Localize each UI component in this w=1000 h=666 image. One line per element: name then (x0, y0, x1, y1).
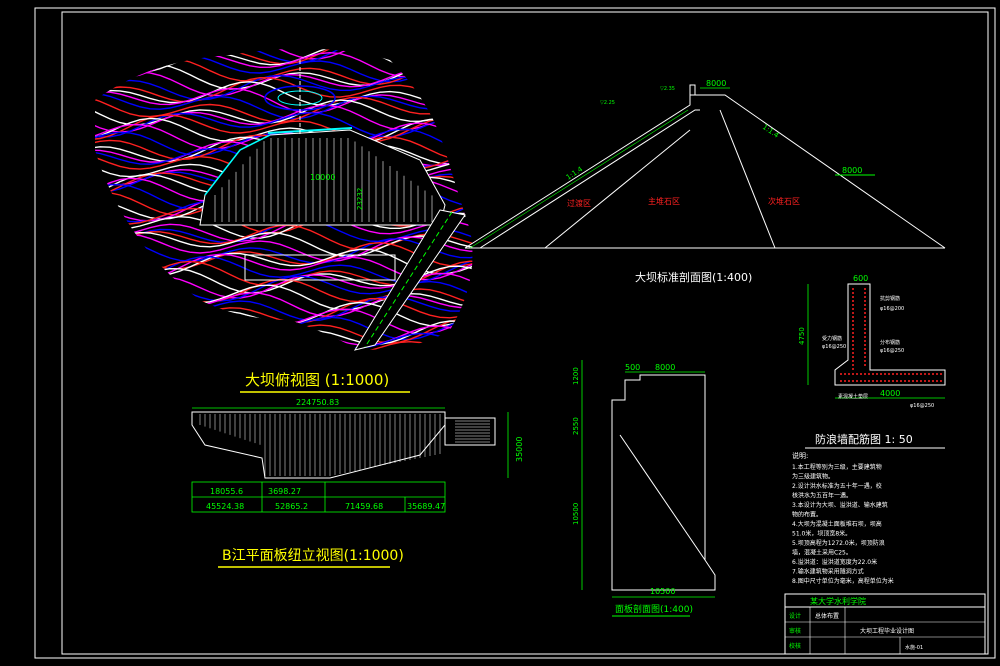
contour-line (95, 48, 473, 64)
title-block: 某大学水利学院 设计 审核 校核 总体布置 大坝工程毕业设计图 水施-01 (784, 593, 986, 655)
tb-label-review: 审核 (789, 627, 801, 635)
dim-r2-c2: 52865.2 (275, 502, 308, 511)
contour-line (95, 54, 473, 83)
plan-side-dim: 23232 (356, 188, 364, 210)
section-outline (464, 94, 946, 249)
contour-line (95, 48, 473, 60)
gravity-outline (611, 374, 716, 591)
gravity-left-3: 10500 (572, 503, 580, 525)
rebar-note-1: 抗剪钢筋 (880, 295, 900, 302)
dim-r1-c2: 3698.27 (268, 487, 301, 496)
inner-frame (61, 11, 989, 655)
gravity-top-left: 500 (625, 363, 640, 372)
cad-drawing-sheet: 10000 23232 大坝俯视图 (1:1000) 8000 8000 ▽2.… (0, 0, 1000, 666)
note-line: 3.本设计为大坝、溢洪道、输水建筑 (792, 501, 888, 509)
tb-sheet-no: 水施-01 (905, 644, 923, 651)
tb-project: 大坝工程毕业设计图 (860, 627, 914, 635)
section-berm-dim: 8000 (842, 166, 862, 175)
elev-top-label: ▽2.35 (660, 86, 675, 92)
upstream-slope-line (469, 109, 689, 249)
gravity-left-1: 1200 (572, 367, 580, 385)
tb-school: 某大学水利学院 (810, 596, 866, 606)
height-dim: 35000 (515, 437, 524, 462)
slope-down-label: 1:1.4 (761, 123, 781, 140)
dim-r1-c1: 18055.6 (210, 487, 243, 496)
rebar-note-5: 分布钢筋 (880, 339, 900, 346)
plan-crest-dim: 10000 (310, 173, 335, 182)
gravity-bottom: 10500 (650, 587, 675, 596)
rebar-note-2: φ16@200 (880, 306, 904, 312)
rebar-vertical (852, 288, 866, 372)
section-title: 大坝标准剖面图(1:400) (635, 270, 752, 284)
face-slab-elevation: 224750.83 35000 18055.6 3698.27 45524.38… (191, 398, 524, 513)
rebar-note-8: φ16@250 (910, 403, 934, 409)
tb-label-design: 设计 (789, 612, 801, 620)
contour-line (95, 51, 473, 78)
elev-crest-label: ▽2.25 (600, 100, 615, 106)
total-length-dim: 224750.83 (296, 398, 339, 407)
contour-line (95, 344, 473, 351)
contour-line (95, 68, 473, 97)
zone-divider-1 (544, 129, 691, 249)
spillway-steps (455, 420, 490, 443)
slope-up-label: 1:1.4 (565, 165, 585, 182)
dim-r2-c3: 71459.68 (345, 502, 383, 511)
note-line: 1.本工程等别为三级，主要建筑物 (792, 463, 882, 471)
notes-header: 说明: (792, 451, 808, 460)
elevation-title: B江平面板纽立视图(1:1000) (222, 548, 404, 564)
note-line: 核洪水为五百年一遇。 (792, 492, 852, 500)
note-line: 2.设计洪水标准为五十年一遇，校 (792, 482, 882, 490)
rebar-note-6: φ16@250 (880, 348, 904, 354)
drawing-canvas: 10000 23232 大坝俯视图 (1:1000) 8000 8000 ▽2.… (34, 7, 996, 659)
rebar-note-7: 素混凝土垫层 (838, 393, 868, 400)
plan-view-title: 大坝俯视图 (1:1000) (245, 371, 389, 389)
note-line: 5.坝顶高程为1272.0米，坝顶防浪 (792, 539, 885, 547)
contour-line (95, 325, 473, 351)
note-line: 7.输水建筑物采用隧洞方式 (792, 568, 864, 576)
section-crest-dim: 8000 (706, 79, 726, 88)
parapet-height-dim: 4750 (798, 327, 806, 345)
rebar-note-4: φ16@250 (822, 344, 846, 350)
zone-secondary-label: 次堆石区 (768, 196, 800, 206)
contour-line (95, 293, 473, 322)
parapet-base-label: 4000 (880, 389, 900, 398)
contour-line (95, 338, 473, 351)
zone-main-label: 主堆石区 (648, 196, 680, 206)
gravity-left-2: 2550 (572, 417, 580, 435)
tb-drawing-name: 总体布置 (815, 612, 839, 620)
note-line: 为三级建筑物。 (792, 473, 834, 481)
rebar-note-3: 受力钢筋 (822, 335, 842, 342)
parapet-detail: 600 4750 4000 抗剪钢筋 φ16@200 受力钢筋 φ16@250 … (798, 274, 946, 409)
dim-r2-c1: 45524.38 (206, 502, 244, 511)
note-line: 51.0米，坝顶宽8米。 (792, 530, 851, 538)
gravity-diagonal (619, 434, 706, 561)
face-slab (479, 109, 700, 249)
note-line: 物的布置。 (792, 511, 822, 519)
note-line: 墙，混凝土采用C25。 (792, 549, 852, 557)
zone-transition-label: 过渡区 (567, 198, 591, 208)
rebar-horizontal (840, 373, 942, 382)
elevation-hatching (199, 414, 441, 476)
contour-line (95, 81, 473, 107)
plan-view: 10000 23232 (95, 48, 473, 351)
parapet-top-dim: 600 (853, 274, 868, 283)
gravity-top-right: 8000 (655, 363, 675, 372)
contour-line (95, 332, 473, 351)
contour-line (95, 92, 473, 120)
standard-section: 8000 8000 ▽2.35 ▽2.25 1:1.4 1:1.4 过渡区 主堆… (464, 79, 946, 249)
spillway-elevation (444, 417, 496, 446)
gravity-section: 500 8000 1200 2550 10500 10500 (572, 360, 716, 598)
contour-line (95, 315, 473, 344)
parapet-title: 防浪墙配筋图 1: 50 (815, 432, 913, 446)
note-line: 8.图中尺寸单位为毫米，高程单位为米 (792, 577, 894, 585)
parapet-wall (689, 84, 696, 95)
note-line: 6.溢洪道：溢洪道宽度为22.0米 (792, 558, 877, 566)
note-line: 4.大坝为混凝土面板堆石坝，坝高 (792, 520, 882, 528)
tb-label-check: 校核 (789, 642, 801, 650)
contour-line (95, 57, 473, 85)
dim-r2-c4: 35689.47 (407, 502, 445, 511)
design-notes: 说明: 1.本工程等别为三级，主要建筑物 为三级建筑物。2.设计洪水标准为五十年… (792, 451, 894, 585)
contour-line (95, 335, 473, 351)
gravity-title: 面板剖面图(1:400) (615, 603, 693, 615)
